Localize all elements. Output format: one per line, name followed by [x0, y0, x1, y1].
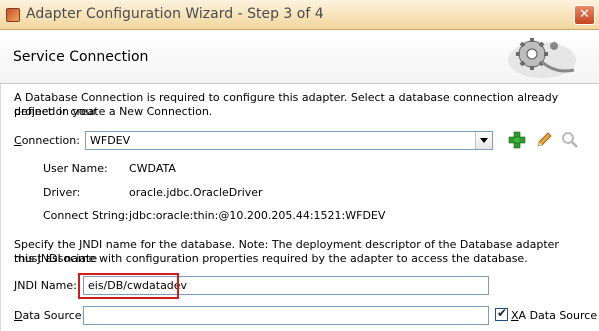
connection-dropdown[interactable]: WFDEV	[85, 131, 493, 150]
datasource-label-rest: ata Source:	[22, 309, 86, 322]
xa-datasource-checkbox[interactable]: ✔	[495, 306, 508, 321]
datasource-label: Data Source:	[14, 309, 85, 322]
connection-label-rest: onnection:	[21, 134, 80, 147]
title-bar: Adapter Configuration Wizard - Step 3 of…	[0, 0, 599, 30]
search-icon[interactable]	[561, 131, 579, 149]
jndi-label-rest: NDI Name:	[17, 279, 77, 292]
checkmark-icon: ✔	[497, 306, 508, 320]
datasource-input[interactable]	[83, 306, 489, 325]
xa-label-rest: A Data Source	[518, 309, 598, 322]
app-icon	[6, 8, 20, 22]
highlight-box	[78, 273, 179, 299]
xa-label-mnemonic: X	[511, 309, 519, 322]
xa-datasource-label[interactable]: XA Data Source	[511, 309, 597, 322]
jndi-label: JNDI Name:	[14, 279, 77, 292]
connection-label: Connection:	[14, 134, 80, 147]
close-button[interactable]: ✕	[574, 5, 595, 25]
detail-value-username: CWDATA	[129, 162, 176, 175]
connection-value: WFDEV	[90, 134, 131, 147]
wizard-header: Service Connection	[0, 30, 599, 84]
window-title: Adapter Configuration Wizard - Step 3 of…	[26, 6, 324, 22]
add-icon[interactable]	[508, 131, 526, 149]
detail-value-connect-string: jdbc:oracle:thin:@10.200.205.44:1521:WFD…	[129, 209, 386, 222]
jndi-intro-line-2: this JNDI name with configuration proper…	[14, 252, 528, 265]
intro-line-2: project or create a New Connection.	[14, 105, 213, 118]
gear-icon	[508, 38, 576, 78]
page-title: Service Connection	[13, 49, 149, 65]
detail-label-username: User Name:	[43, 162, 108, 175]
detail-value-driver: oracle.jdbc.OracleDriver	[129, 186, 263, 199]
detail-label-connect-string: Connect String:	[43, 209, 129, 222]
connection-label-mnemonic: C	[14, 134, 22, 147]
detail-label-driver: Driver:	[43, 186, 81, 199]
edit-icon[interactable]	[535, 131, 553, 149]
chevron-down-icon[interactable]	[475, 132, 492, 149]
